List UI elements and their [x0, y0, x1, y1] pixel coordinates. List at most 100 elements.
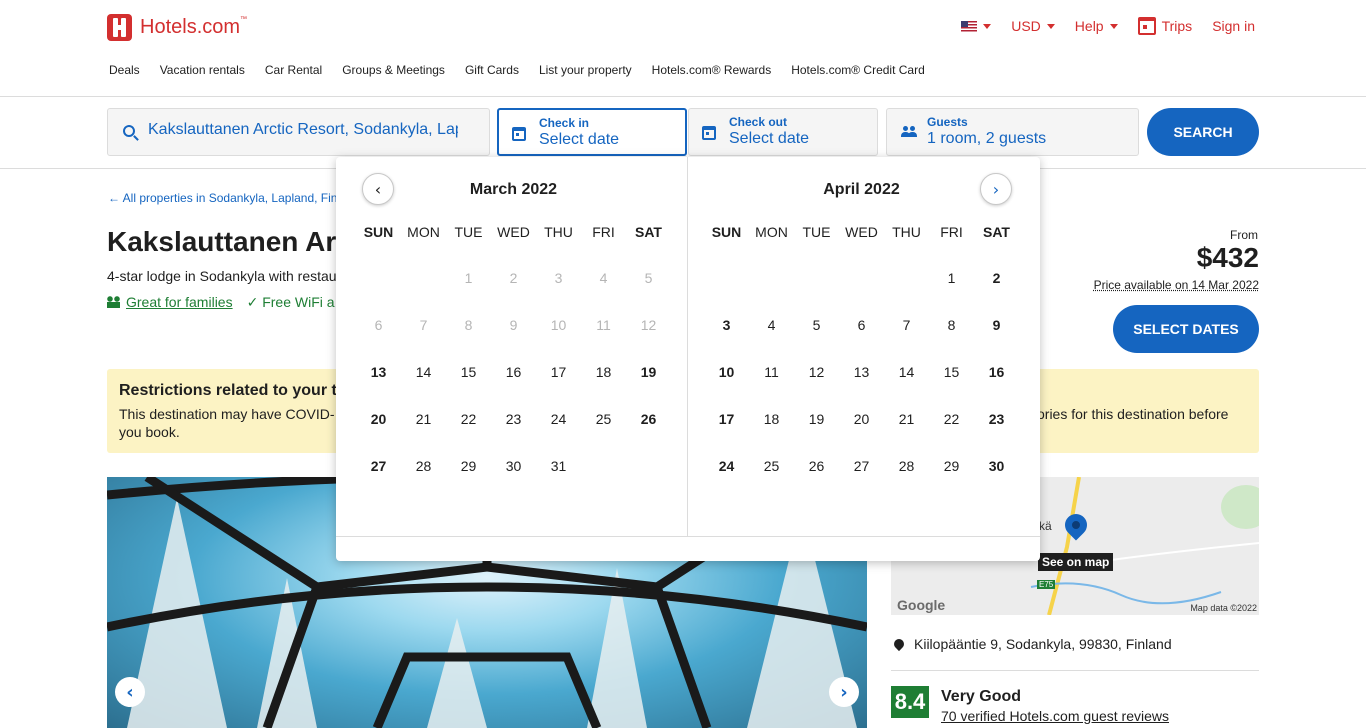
chevron-right-icon: › [840, 681, 848, 703]
site-header: Hotels.com™ USD Help Trips Sign in Deals… [0, 0, 1366, 97]
brand-name: Hotels.com [140, 16, 241, 38]
day-grid: 1 2 3 4 5 6 7 8 9 10 11 12 13 14 15 16 17 18 19 20 21 22 23 24 2… [356, 254, 671, 489]
nav-rewards[interactable]: Hotels.com® Rewards [652, 63, 772, 77]
calendar-day[interactable]: 28 [401, 442, 446, 489]
calendar-day[interactable]: 19 [626, 348, 671, 395]
calendar-day[interactable]: 29 [929, 442, 974, 489]
calendar-day[interactable]: 2 [974, 254, 1019, 301]
month-title: March 2022 [469, 181, 558, 198]
calendar-day[interactable]: 16 [491, 348, 536, 395]
calendar-day[interactable]: 9 [974, 301, 1019, 348]
calendar-day[interactable]: 14 [401, 348, 446, 395]
sign-in-link[interactable]: Sign in [1212, 18, 1255, 34]
calendar-day[interactable]: 7 [884, 301, 929, 348]
calendar-day[interactable]: 18 [749, 395, 794, 442]
calendar-day[interactable]: 26 [626, 395, 671, 442]
property-features: Great for families ✓ Free WiFi a [107, 294, 335, 311]
nav-vacation-rentals[interactable]: Vacation rentals [160, 63, 245, 77]
calendar-day[interactable]: 1 [929, 254, 974, 301]
trips-link[interactable]: Trips [1137, 17, 1192, 35]
nav-car-rental[interactable]: Car Rental [265, 63, 322, 77]
calendar-day[interactable]: 29 [446, 442, 491, 489]
calendar-day[interactable]: 24 [704, 442, 749, 489]
calendar-day[interactable]: 22 [446, 395, 491, 442]
calendar-day[interactable]: 4 [749, 301, 794, 348]
calendar-day[interactable]: 3 [704, 301, 749, 348]
calendar-day[interactable]: 20 [839, 395, 884, 442]
calendar-icon [702, 126, 716, 140]
rating-label: Very Good [941, 688, 1022, 705]
calendar-day[interactable]: 25 [749, 442, 794, 489]
calendar-day[interactable]: 22 [929, 395, 974, 442]
calendar-day[interactable]: 6 [839, 301, 884, 348]
help-menu[interactable]: Help [1075, 18, 1118, 34]
guests-field[interactable]: Guests 1 room, 2 guests [886, 108, 1139, 156]
calendar-day[interactable]: 30 [491, 442, 536, 489]
check-out-field[interactable]: Check out Select date [688, 108, 878, 156]
destination-field[interactable] [107, 108, 490, 156]
select-dates-button[interactable]: SELECT DATES [1113, 305, 1259, 353]
nav-gift-cards[interactable]: Gift Cards [465, 63, 519, 77]
empty-day-cell [704, 254, 749, 301]
price-note[interactable]: Price available on 14 Mar 2022 [1094, 278, 1259, 292]
calendar-icon [512, 127, 526, 141]
calendar-day[interactable]: 15 [929, 348, 974, 395]
destination-input[interactable] [148, 121, 458, 139]
calendar-day[interactable]: 10 [704, 348, 749, 395]
nav-credit-card[interactable]: Hotels.com® Credit Card [791, 63, 925, 77]
day-grid: 1 2 3 4 5 6 7 8 9 10 11 12 13 14 15 16 17 18 19 20 21 22 23 24 2… [704, 254, 1019, 489]
calendar-day[interactable]: 21 [401, 395, 446, 442]
calendar-day[interactable]: 17 [536, 348, 581, 395]
calendar-day[interactable]: 31 [536, 442, 581, 489]
empty-day-cell [749, 254, 794, 301]
currency-selector[interactable]: USD [1011, 18, 1055, 34]
calendar-day[interactable]: 23 [974, 395, 1019, 442]
calendar-day[interactable]: 13 [839, 348, 884, 395]
see-on-map-link[interactable]: See on map [1038, 553, 1114, 571]
search-button[interactable]: SEARCH [1147, 108, 1259, 156]
calendar-day[interactable]: 25 [581, 395, 626, 442]
calendar-day[interactable]: 12 [794, 348, 839, 395]
chevron-left-icon: ‹ [126, 681, 134, 703]
calendar-day[interactable]: 8 [929, 301, 974, 348]
calendar-day[interactable]: 16 [974, 348, 1019, 395]
calendar-day[interactable]: 27 [839, 442, 884, 489]
brand-logo[interactable]: Hotels.com™ [107, 14, 247, 41]
nav-groups-meetings[interactable]: Groups & Meetings [342, 63, 445, 77]
calendar-day[interactable]: 26 [794, 442, 839, 489]
calendar-day[interactable]: 27 [356, 442, 401, 489]
main-nav: Deals Vacation rentals Car Rental Groups… [109, 63, 925, 77]
empty-day-cell [794, 254, 839, 301]
calendar-day[interactable]: 24 [536, 395, 581, 442]
gallery-prev-button[interactable]: ‹ [115, 677, 145, 707]
calendar-day: 3 [554, 269, 563, 286]
calendar-day[interactable]: 17 [704, 395, 749, 442]
property-subtitle: 4-star lodge in Sodankyla with restau [107, 268, 337, 284]
check-in-field[interactable]: Check in Select date [497, 108, 687, 156]
calendar-day[interactable]: 28 [884, 442, 929, 489]
nav-deals[interactable]: Deals [109, 63, 140, 77]
calendar-day[interactable]: 23 [491, 395, 536, 442]
calendar-day[interactable]: 20 [356, 395, 401, 442]
locale-selector[interactable] [961, 20, 992, 32]
calendar-day[interactable]: 18 [581, 348, 626, 395]
calendar-day[interactable]: 11 [749, 348, 794, 395]
calendar-day[interactable]: 30 [974, 442, 1019, 489]
calendar-day: 12 [640, 316, 657, 333]
gallery-next-button[interactable]: › [829, 677, 859, 707]
reviews-link[interactable]: 70 verified Hotels.com guest reviews [941, 708, 1169, 724]
header-actions: USD Help Trips Sign in [961, 17, 1255, 35]
family-icon [107, 296, 120, 308]
calendar-day[interactable]: 21 [884, 395, 929, 442]
calendar-day[interactable]: 19 [794, 395, 839, 442]
calendar-day[interactable]: 15 [446, 348, 491, 395]
calendar-day: 5 [644, 269, 653, 286]
feature-families[interactable]: Great for families [107, 294, 233, 311]
calendar-day[interactable]: 5 [794, 301, 839, 348]
breadcrumb[interactable]: ← All properties in Sodankyla, Lapland, … [108, 191, 337, 205]
calendar-day[interactable]: 14 [884, 348, 929, 395]
search-icon [123, 125, 135, 137]
location-pin-icon [891, 636, 907, 652]
nav-list-property[interactable]: List your property [539, 63, 632, 77]
calendar-day[interactable]: 13 [356, 348, 401, 395]
